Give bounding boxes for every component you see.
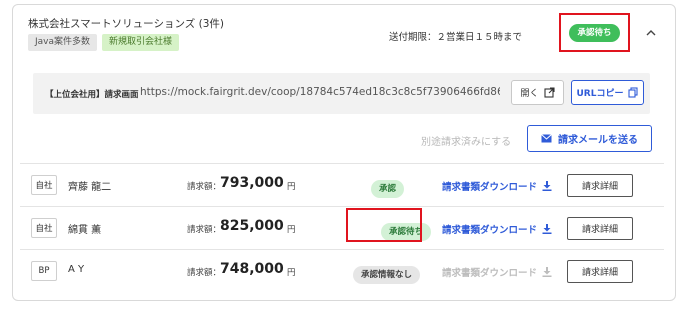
download-documents-link[interactable]: 請求書類ダウンロード	[442, 179, 552, 193]
row-person-name: 齊藤 龍二	[68, 182, 112, 193]
table-row: 自社 齊藤 龍二 請求額： 793,000 円 承認 請求書類ダウンロード 請求…	[20, 163, 664, 206]
invoice-detail-button[interactable]: 請求詳細	[567, 217, 633, 240]
row-status-highlight	[346, 208, 422, 242]
row-currency: 円	[287, 268, 296, 278]
row-person-name: A Y	[68, 264, 85, 275]
row-currency: 円	[287, 182, 296, 192]
mark-separate-billed-link[interactable]: 別途請求済みにする	[421, 133, 511, 148]
company-name: 株式会社スマートソリューションズ (3件)	[28, 18, 224, 30]
invoice-detail-button[interactable]: 請求詳細	[567, 260, 633, 283]
row-type-badge: 自社	[31, 218, 57, 238]
header-status-badge: 承認待ち	[569, 23, 620, 42]
download-icon	[542, 224, 552, 234]
row-currency: 円	[287, 225, 296, 235]
row-status-badge: 承認情報なし	[353, 266, 421, 284]
row-type-badge: BP	[31, 261, 57, 281]
download-icon	[542, 267, 552, 277]
download-documents-label: 請求書類ダウンロード	[442, 225, 538, 236]
tag-new-client: 新規取引会社様	[102, 34, 180, 51]
invoice-detail-button[interactable]: 請求詳細	[567, 174, 633, 197]
table-row: 自社 綿貫 薫 請求額： 825,000 円 承認待ち 請求書類ダウンロード 請…	[20, 206, 664, 249]
open-button[interactable]: 開く	[511, 80, 564, 105]
row-amount: 793,000	[220, 175, 284, 191]
row-type-badge: 自社	[31, 175, 57, 195]
copy-icon	[628, 87, 639, 98]
table-row: BP A Y 請求額： 748,000 円 承認情報なし 請求書類ダウンロード …	[20, 249, 664, 292]
url-panel-label: 【上位会社用】請求画面	[45, 90, 139, 100]
invoice-url: https://mock.fairgrit.dev/coop/18784c574…	[140, 86, 500, 98]
download-icon	[542, 181, 552, 191]
url-copy-button[interactable]: URLコピー	[571, 80, 644, 105]
row-person-name: 綿貫 薫	[68, 225, 102, 236]
download-documents-link[interactable]: 請求書類ダウンロード	[442, 222, 552, 236]
row-status-badge: 承認	[371, 180, 405, 198]
row-amount: 825,000	[220, 218, 284, 234]
header-status-highlight: 承認待ち	[559, 13, 630, 52]
download-documents-link[interactable]: 請求書類ダウンロード	[442, 265, 552, 279]
row-amount-label: 請求額：	[187, 225, 222, 235]
row-amount-label: 請求額：	[187, 268, 222, 278]
send-invoice-email-label: 請求メールを送る	[558, 135, 638, 146]
url-copy-label: URLコピー	[576, 89, 624, 99]
tag-java: Java案件多数	[28, 34, 98, 51]
download-documents-label: 請求書類ダウンロード	[442, 182, 538, 193]
download-documents-label: 請求書類ダウンロード	[442, 268, 538, 279]
tag-list: Java案件多数 新規取引会社様	[28, 34, 180, 51]
row-amount: 748,000	[220, 261, 284, 277]
external-link-icon	[543, 87, 555, 98]
open-button-label: 開く	[520, 89, 539, 99]
send-invoice-email-button[interactable]: 請求メールを送る	[527, 125, 652, 152]
mail-icon	[541, 134, 552, 143]
row-amount-label: 請求額：	[187, 182, 222, 192]
url-panel: 【上位会社用】請求画面 https://mock.fairgrit.dev/co…	[33, 73, 650, 114]
chevron-up-icon[interactable]	[646, 28, 656, 38]
deadline-text: 送付期限：２営業日１５時まで	[389, 32, 523, 43]
